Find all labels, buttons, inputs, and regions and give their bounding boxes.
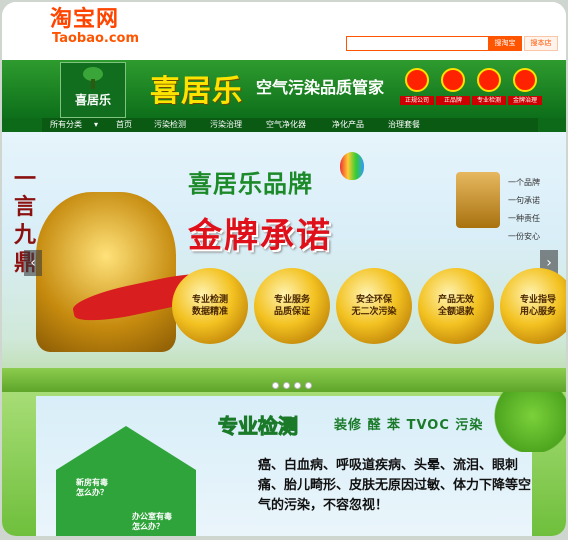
medal-3: 安全环保 无二次污染: [336, 268, 412, 344]
house-label-new-home: 新房有毒 怎么办？: [76, 478, 108, 497]
banner-big-slogan: 金牌承诺: [188, 216, 332, 256]
testing-banner-text: 癌、白血病、呼吸道疾病、头晕、流泪、眼刺痛、胎儿畸形、皮肤无原因过敏、体力下降等…: [258, 458, 532, 513]
chevron-down-icon[interactable]: ▾: [94, 118, 98, 132]
hands-icon: [441, 68, 465, 92]
hands-icon: [513, 68, 537, 92]
store-nav: 所有分类 ▾ 首页 污染检测 污染治理 空气净化器 净化产品 治理套餐: [42, 118, 538, 132]
badge-label: 金牌治理: [508, 96, 542, 105]
medal-1: 专业检测 数据精准: [172, 268, 248, 344]
leaves-image: [482, 392, 566, 452]
promo-banner[interactable]: 一言九鼎 喜居乐品牌 金牌承诺 一个品牌 一句承诺 一种责任 一份安心 ‹ › …: [2, 132, 566, 392]
store-slogan: 空气污染品质管家: [256, 78, 385, 97]
banner-title: 喜居乐品牌: [188, 170, 313, 198]
carousel-dot[interactable]: [305, 382, 312, 389]
search-input[interactable]: [346, 36, 490, 51]
nav-item-treatment-packages[interactable]: 治理套餐: [388, 118, 420, 132]
medal-4: 产品无效 全额退款: [418, 268, 494, 344]
hands-icon: [477, 68, 501, 92]
house-label-office: 办公室有毒 怎么办？: [132, 512, 172, 531]
nav-all-categories[interactable]: 所有分类: [50, 118, 82, 132]
promise-list: 一个品牌 一句承诺 一种责任 一份安心: [508, 174, 540, 246]
badge-genuine-brand: 正品牌: [436, 68, 470, 110]
taobao-logo-cn: 淘宝网: [50, 7, 120, 32]
carousel-prev-button[interactable]: ‹: [24, 250, 42, 276]
badge-legal-company: 正规公司: [400, 68, 434, 110]
promise-item: 一句承诺: [508, 196, 540, 205]
store-logo[interactable]: 喜居乐: [60, 62, 126, 118]
seal-image: [456, 172, 500, 228]
badge-gold-treatment: 金牌治理: [508, 68, 542, 110]
brand-name: 喜居乐: [150, 74, 243, 109]
taobao-logo[interactable]: 淘宝网 Taobao.com: [50, 8, 139, 46]
badge-label: 正规公司: [400, 96, 434, 105]
carousel-dots: [272, 382, 312, 389]
golden-cauldron-image: [36, 192, 176, 352]
promise-item: 一个品牌: [508, 178, 540, 187]
hot-air-balloon-icon: [340, 152, 364, 180]
badge-label: 正品牌: [436, 96, 470, 105]
store-logo-text: 喜居乐: [74, 93, 111, 107]
nav-item-pollution-testing[interactable]: 污染检测: [154, 118, 186, 132]
carousel-dot[interactable]: [283, 382, 290, 389]
testing-banner-subtitle: 装修 醛 苯 TVOC 污染: [334, 418, 484, 433]
nav-item-air-purifier[interactable]: 空气净化器: [266, 118, 306, 132]
promise-item: 一种责任: [508, 214, 540, 223]
badge-label: 专业检测: [472, 96, 506, 105]
pillar-text: 一言九鼎: [14, 167, 37, 276]
testing-banner: 新房有毒 怎么办？ 办公室有毒 怎么办？ 专业检测 装修 醛 苯 TVOC 污染…: [2, 392, 566, 536]
hands-icon: [405, 68, 429, 92]
search-store-button[interactable]: 搜本店: [524, 36, 558, 51]
badge-pro-testing: 专业检测: [472, 68, 506, 110]
promise-item: 一份安心: [508, 232, 540, 241]
testing-banner-panel[interactable]: 新房有毒 怎么办？ 办公室有毒 怎么办？ 专业检测 装修 醛 苯 TVOC 污染…: [36, 396, 532, 536]
taobao-logo-en: Taobao.com: [52, 31, 140, 46]
medal-5: 专业指导 用心服务: [500, 268, 566, 344]
taobao-header: 淘宝网 Taobao.com 搜淘宝 搜本店: [2, 2, 566, 60]
trust-badges: 正规公司 正品牌 专业检测 金牌治理: [400, 68, 542, 110]
medal-2: 专业服务 品质保证: [254, 268, 330, 344]
nav-item-pollution-treatment[interactable]: 污染治理: [210, 118, 242, 132]
page-frame: 淘宝网 Taobao.com 搜淘宝 搜本店 喜居乐 喜居乐 空气污染品质管家 …: [2, 2, 566, 536]
nav-item-purification-products[interactable]: 净化产品: [332, 118, 364, 132]
testing-banner-title: 专业检测: [218, 414, 299, 439]
search-taobao-button[interactable]: 搜淘宝: [488, 36, 522, 51]
tree-trunk-icon: [91, 79, 95, 89]
store-header: 喜居乐 喜居乐 空气污染品质管家 正规公司 正品牌 专业检测 金牌治理: [2, 60, 566, 118]
nav-item-home[interactable]: 首页: [116, 118, 132, 132]
carousel-dot[interactable]: [294, 382, 301, 389]
carousel-dot[interactable]: [272, 382, 279, 389]
